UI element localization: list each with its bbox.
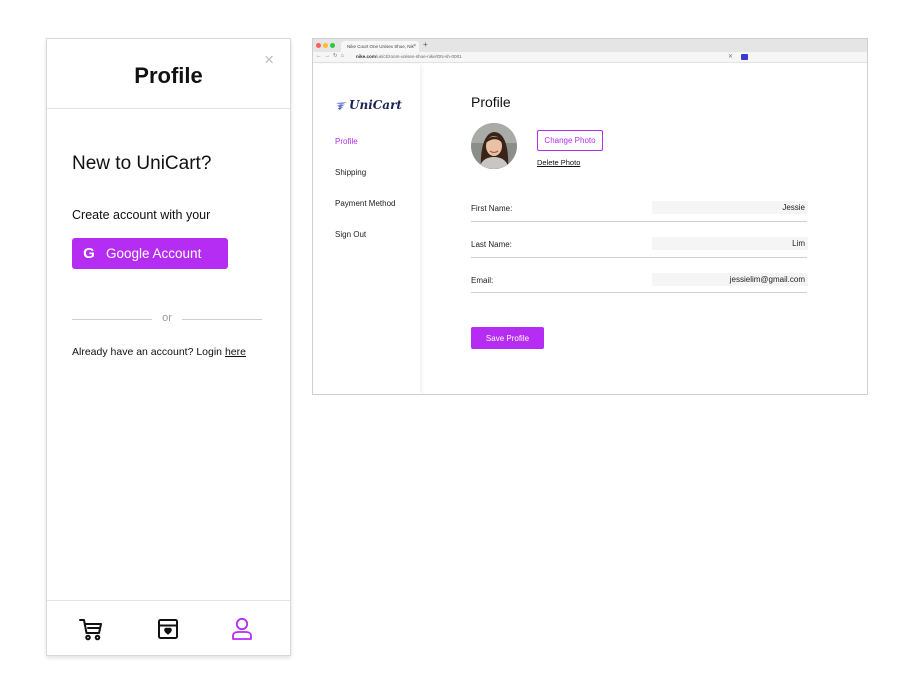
sidebar-item-shipping[interactable]: Shipping xyxy=(335,168,366,177)
mobile-header: Profile × xyxy=(47,39,290,109)
mobile-profile-screen: Profile × New to UniCart? Create account… xyxy=(46,38,291,656)
change-photo-button[interactable]: Change Photo xyxy=(537,130,603,151)
close-tab-icon[interactable]: × xyxy=(413,41,416,52)
sidebar-item-sign-out[interactable]: Sign Out xyxy=(335,230,366,239)
profile-sidebar: UniCart Profile Shipping Payment Method … xyxy=(313,64,420,394)
extension-icon[interactable]: ✕ xyxy=(728,53,733,60)
divider-line-left xyxy=(72,319,152,320)
signup-heading: New to UniCart? xyxy=(72,153,212,174)
login-prompt: Already have an account? Login here xyxy=(72,346,246,358)
mobile-page-title: Profile xyxy=(134,63,203,88)
package-box-icon[interactable] xyxy=(155,616,181,642)
last-name-field[interactable] xyxy=(652,237,808,250)
logo-wing-icon xyxy=(336,101,347,110)
login-text: Already have an account? Login xyxy=(72,346,225,358)
divider-text: or xyxy=(162,312,172,324)
email-label: Email: xyxy=(471,276,494,285)
cart-icon[interactable] xyxy=(78,616,104,642)
email-field[interactable] xyxy=(652,273,808,286)
google-g-icon: G xyxy=(83,245,95,262)
url-field[interactable]: nike.com/us/ct/zoom-unisex-shoe-nike/DN-… xyxy=(356,53,736,61)
or-divider: or xyxy=(72,312,262,326)
field-divider xyxy=(471,221,807,222)
last-name-label: Last Name: xyxy=(471,240,512,249)
field-divider xyxy=(471,292,807,293)
unicart-logo[interactable]: UniCart xyxy=(336,98,402,112)
browser-tab[interactable]: Nike Court One Unisex Shoe, Nik × xyxy=(341,41,419,52)
sidebar-item-payment-method[interactable]: Payment Method xyxy=(335,199,395,208)
browser-nav-icons[interactable]: ←→↻⌂ xyxy=(316,53,347,59)
google-account-button[interactable]: G Google Account xyxy=(72,238,228,269)
login-link[interactable]: here xyxy=(225,346,246,358)
google-account-label: Google Account xyxy=(106,246,202,261)
field-divider xyxy=(471,257,807,258)
browser-tab-title: Nike Court One Unisex Shoe, Nik xyxy=(347,44,414,49)
profile-extension-icon[interactable] xyxy=(741,54,748,60)
desktop-browser-window: Nike Court One Unisex Shoe, Nik × + ←→↻⌂… xyxy=(312,38,868,395)
maximize-window-dot[interactable] xyxy=(330,43,335,48)
first-name-label: First Name: xyxy=(471,204,513,213)
save-profile-button[interactable]: Save Profile xyxy=(471,327,544,349)
browser-tab-strip: Nike Court One Unisex Shoe, Nik × + xyxy=(313,39,867,52)
page-title: Profile xyxy=(471,94,511,110)
user-icon[interactable] xyxy=(229,616,255,642)
address-bar-row: ←→↻⌂ nike.com/us/ct/zoom-unisex-shoe-nik… xyxy=(313,52,867,63)
sidebar-item-profile[interactable]: Profile xyxy=(335,137,358,146)
new-tab-icon[interactable]: + xyxy=(423,40,428,49)
avatar xyxy=(471,123,517,169)
close-icon[interactable]: × xyxy=(264,51,274,68)
close-window-dot[interactable] xyxy=(316,43,321,48)
create-account-text: Create account with your xyxy=(72,208,211,222)
bottom-tab-bar xyxy=(47,600,290,655)
logo-text: UniCart xyxy=(349,98,402,112)
minimize-window-dot[interactable] xyxy=(323,43,328,48)
first-name-field[interactable] xyxy=(652,201,808,214)
divider-line-right xyxy=(182,319,262,320)
delete-photo-link[interactable]: Delete Photo xyxy=(537,158,580,167)
